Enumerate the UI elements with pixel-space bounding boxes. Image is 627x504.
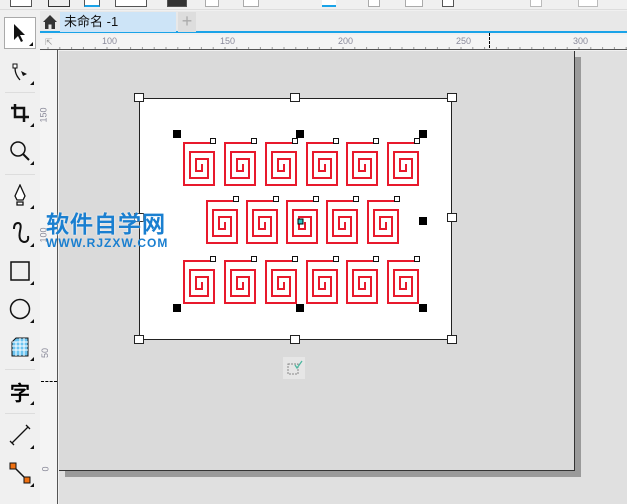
selection-handle[interactable] xyxy=(173,304,181,312)
spiral[interactable] xyxy=(387,260,419,304)
node-handle[interactable] xyxy=(251,138,257,144)
watermark-url: WWW.RJZXW.COM xyxy=(46,236,169,250)
watermark-title: 软件自学网 xyxy=(46,211,166,237)
spiral[interactable] xyxy=(306,260,338,304)
resize-handle[interactable] xyxy=(290,335,300,344)
resize-handle[interactable] xyxy=(134,335,144,344)
node-handle[interactable] xyxy=(414,138,420,144)
spiral[interactable] xyxy=(183,142,215,186)
node-handle[interactable] xyxy=(292,256,298,262)
node-handle[interactable] xyxy=(313,196,319,202)
node-handle[interactable] xyxy=(333,138,339,144)
spiral[interactable] xyxy=(346,260,378,304)
node-handle[interactable] xyxy=(414,256,420,262)
spiral-artwork[interactable] xyxy=(0,0,627,504)
node-handle[interactable] xyxy=(210,138,216,144)
selection-handle[interactable] xyxy=(419,130,427,138)
spiral[interactable] xyxy=(326,200,358,244)
center-marker[interactable] xyxy=(297,218,304,225)
spiral[interactable] xyxy=(346,142,378,186)
spiral[interactable] xyxy=(206,200,238,244)
spiral[interactable] xyxy=(224,260,256,304)
spiral[interactable] xyxy=(387,142,419,186)
spiral[interactable] xyxy=(306,142,338,186)
node-handle[interactable] xyxy=(210,256,216,262)
resize-handle[interactable] xyxy=(447,213,457,222)
quick-fix-icon[interactable] xyxy=(283,357,305,379)
resize-handle[interactable] xyxy=(134,93,144,102)
selection-handle[interactable] xyxy=(419,217,427,225)
node-handle[interactable] xyxy=(394,196,400,202)
selection-handle[interactable] xyxy=(296,304,304,312)
resize-handle[interactable] xyxy=(290,93,300,102)
node-handle[interactable] xyxy=(333,256,339,262)
resize-handle[interactable] xyxy=(447,335,457,344)
node-handle[interactable] xyxy=(373,138,379,144)
selection-handle[interactable] xyxy=(173,130,181,138)
spiral[interactable] xyxy=(265,142,297,186)
node-handle[interactable] xyxy=(251,256,257,262)
node-handle[interactable] xyxy=(353,196,359,202)
selection-handle[interactable] xyxy=(296,130,304,138)
spiral[interactable] xyxy=(224,142,256,186)
node-handle[interactable] xyxy=(233,196,239,202)
selection-handle[interactable] xyxy=(419,304,427,312)
resize-handle[interactable] xyxy=(447,93,457,102)
spiral[interactable] xyxy=(246,200,278,244)
node-handle[interactable] xyxy=(273,196,279,202)
node-handle[interactable] xyxy=(292,138,298,144)
node-handle[interactable] xyxy=(373,256,379,262)
spiral[interactable] xyxy=(265,260,297,304)
spiral[interactable] xyxy=(367,200,399,244)
watermark: 软件自学网 WWW.RJZXW.COM xyxy=(46,205,168,250)
spiral[interactable] xyxy=(183,260,215,304)
